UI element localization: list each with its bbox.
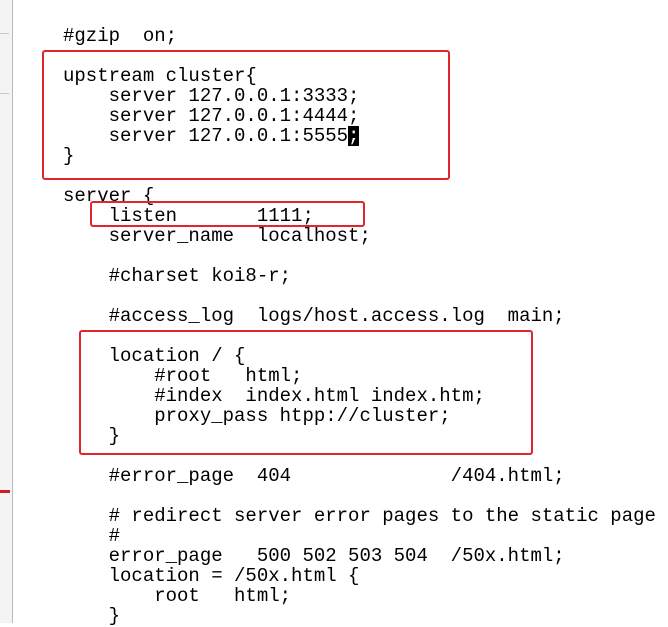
code-line-with-cursor: server 127.0.0.1:5555; — [63, 125, 360, 147]
code-line: location = /50x.html { — [63, 565, 360, 587]
code-line-text: server 127.0.0.1:5555 — [63, 125, 349, 147]
text-cursor: ; — [348, 125, 360, 147]
code-line: listen 1111; — [63, 205, 314, 227]
code-line: server 127.0.0.1:4444; — [63, 105, 360, 127]
code-line: #gzip on; — [63, 25, 178, 47]
code-line: #access_log logs/host.access.log main; — [63, 305, 565, 327]
code-line: #error_page 404 /404.html; — [63, 465, 565, 487]
code-line: proxy_pass htpp://cluster; — [63, 405, 451, 427]
code-line: } — [63, 145, 75, 167]
code-line: #root html; — [63, 365, 303, 387]
code-line: server_name localhost; — [63, 225, 371, 247]
code-line: #charset koi8-r; — [63, 265, 292, 287]
code-line: #index index.html index.htm; — [63, 385, 485, 407]
code-line: error_page 500 502 503 504 /50x.html; — [63, 545, 565, 567]
code-line: } — [63, 425, 121, 447]
code-line: # redirect server error pages to the sta… — [63, 505, 656, 527]
code-line: server 127.0.0.1:3333; — [63, 85, 360, 107]
code-line: upstream cluster{ — [63, 65, 257, 87]
code-editor[interactable]: #gzip on; upstream cluster{ server 127.0… — [0, 0, 668, 627]
code-line: } — [63, 605, 121, 627]
code-line: # — [63, 525, 121, 547]
code-line: location / { — [63, 345, 246, 367]
code-line: root html; — [63, 585, 292, 607]
code-line: server { — [63, 185, 155, 207]
